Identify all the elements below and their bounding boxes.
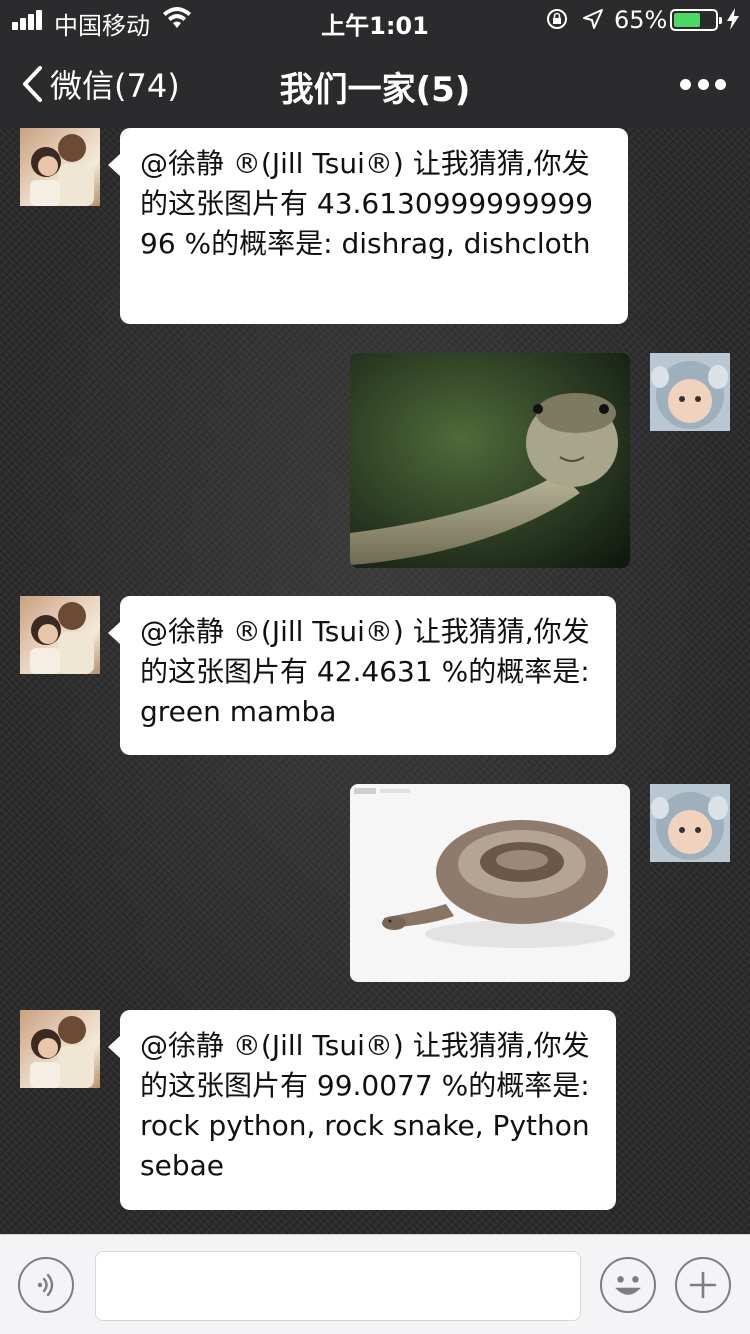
location-icon <box>583 9 603 29</box>
battery-percent: 65% <box>614 6 668 34</box>
green-snake-photo <box>350 353 630 568</box>
more-functions-button[interactable] <box>675 1257 731 1313</box>
battery-fill <box>674 13 700 27</box>
input-bar <box>0 1234 750 1334</box>
message-text: @徐静 ®(Jill Tsui®) 让我猜猜,你发的这张图片有 43.61309… <box>140 147 594 260</box>
more-options-button[interactable] <box>680 74 726 94</box>
image-message[interactable] <box>350 353 630 568</box>
message-bubble[interactable]: @徐静 ®(Jill Tsui®) 让我猜猜,你发的这张图片有 43.61309… <box>108 128 628 324</box>
chat-messages[interactable]: @徐静 ®(Jill Tsui®) 让我猜猜,你发的这张图片有 43.61309… <box>0 128 750 1234</box>
charging-bolt-icon <box>727 8 739 30</box>
coiled-snake-photo <box>350 784 630 982</box>
avatar-self[interactable] <box>650 784 730 862</box>
message-bubble[interactable]: @徐静 ®(Jill Tsui®) 让我猜猜,你发的这张图片有 42.4631 … <box>108 596 616 755</box>
message-input[interactable] <box>95 1251 581 1321</box>
avatar-self[interactable] <box>650 353 730 431</box>
emoji-icon <box>615 1276 641 1295</box>
battery-icon <box>670 9 722 31</box>
voice-button[interactable] <box>18 1257 74 1313</box>
message-text: @徐静 ®(Jill Tsui®) 让我猜猜,你发的这张图片有 99.0077 … <box>140 1029 590 1182</box>
emoji-button[interactable] <box>600 1257 656 1313</box>
voice-icon <box>37 1273 54 1297</box>
message-text: @徐静 ®(Jill Tsui®) 让我猜猜,你发的这张图片有 42.4631 … <box>140 615 590 728</box>
chat-title: 我们一家(5) <box>279 70 471 110</box>
avatar-other[interactable] <box>20 596 100 674</box>
status-bar: 中国移动 上午1:01 65% <box>0 0 750 40</box>
image-message[interactable] <box>350 784 630 982</box>
avatar-other[interactable] <box>20 128 100 206</box>
plus-icon <box>689 1271 717 1299</box>
top-bar: 中国移动 上午1:01 65% 微信(74) 我们一家(5) <box>0 0 750 128</box>
avatar-other[interactable] <box>20 1010 100 1088</box>
message-bubble[interactable]: @徐静 ®(Jill Tsui®) 让我猜猜,你发的这张图片有 99.0077 … <box>108 1010 616 1210</box>
rotation-lock-icon <box>547 9 567 29</box>
navigation-bar: 微信(74) 我们一家(5) <box>0 40 750 128</box>
